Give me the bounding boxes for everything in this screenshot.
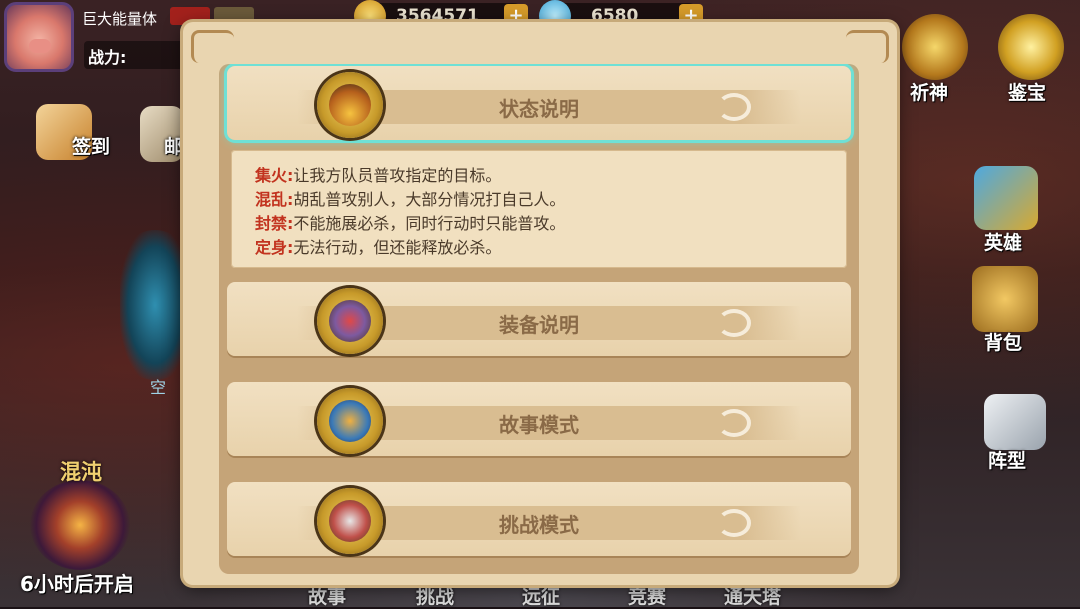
bottom-tower[interactable]: 通天塔: [724, 582, 781, 609]
hero-icon[interactable]: [974, 166, 1038, 230]
checkin-label: 签到: [72, 136, 111, 158]
bottom-challenge[interactable]: 挑战: [416, 582, 454, 609]
pig-snout: [29, 39, 51, 53]
formation-icon[interactable]: [984, 394, 1046, 450]
formation-label: 阵型: [988, 450, 1027, 472]
power-label: 战力:: [88, 48, 127, 67]
chaos-orb-icon[interactable]: [30, 480, 130, 570]
section-equipment[interactable]: 装备说明: [227, 282, 851, 356]
frame-corner: [191, 30, 234, 63]
help-dialog: 状态说明 集火:让我方队员普攻指定的目标。 混乱:胡乱普攻别人，大部分情况打自己…: [183, 22, 897, 585]
section-challenge[interactable]: 挑战模式: [227, 482, 851, 556]
bottom-arena[interactable]: 竞赛: [628, 582, 666, 609]
chaos-title: 混沌: [60, 460, 102, 484]
player-name: 巨大能量体: [82, 10, 158, 28]
swirl-ornament: [717, 93, 751, 121]
desc-line: 封禁:不能施展必杀，同时行动时只能普攻。: [255, 214, 566, 233]
desc-line: 定身:无法行动，但还能释放必杀。: [255, 238, 502, 257]
desc-line: 混乱:胡乱普攻别人，大部分情况打自己人。: [255, 190, 566, 209]
section-status[interactable]: 状态说明: [227, 66, 851, 140]
swirl-ornament: [717, 509, 751, 537]
bag-icon[interactable]: [972, 266, 1038, 332]
bottom-expedition[interactable]: 远征: [522, 582, 560, 609]
frame-corner: [846, 30, 889, 63]
pray-icon[interactable]: [902, 14, 968, 80]
player-avatar[interactable]: [4, 2, 74, 72]
section-title: 挑战模式: [499, 513, 579, 537]
desc-line: 集火:让我方队员普攻指定的目标。: [255, 166, 502, 185]
portal-icon[interactable]: [120, 230, 190, 380]
chaos-timer: 6小时后开启: [20, 572, 134, 596]
bag-label: 背包: [984, 332, 1023, 354]
section-story[interactable]: 故事模式: [227, 382, 851, 456]
bottom-story[interactable]: 故事: [308, 582, 346, 609]
treasure-label: 鉴宝: [1008, 82, 1047, 104]
section-title: 故事模式: [499, 413, 579, 437]
help-list: 状态说明 集火:让我方队员普攻指定的目标。 混乱:胡乱普攻别人，大部分情况打自己…: [219, 64, 859, 574]
mail-label: 邮: [164, 136, 184, 158]
pray-label: 祈神: [910, 82, 949, 104]
treasure-icon[interactable]: [998, 14, 1064, 80]
section-title: 装备说明: [499, 313, 579, 337]
section-title: 状态说明: [499, 97, 579, 121]
swirl-ornament: [717, 309, 751, 337]
status-description: 集火:让我方队员普攻指定的目标。 混乱:胡乱普攻别人，大部分情况打自己人。 封禁…: [231, 150, 847, 268]
portal-label: 空: [150, 378, 167, 397]
hero-label: 英雄: [984, 232, 1023, 254]
swirl-ornament: [717, 409, 751, 437]
